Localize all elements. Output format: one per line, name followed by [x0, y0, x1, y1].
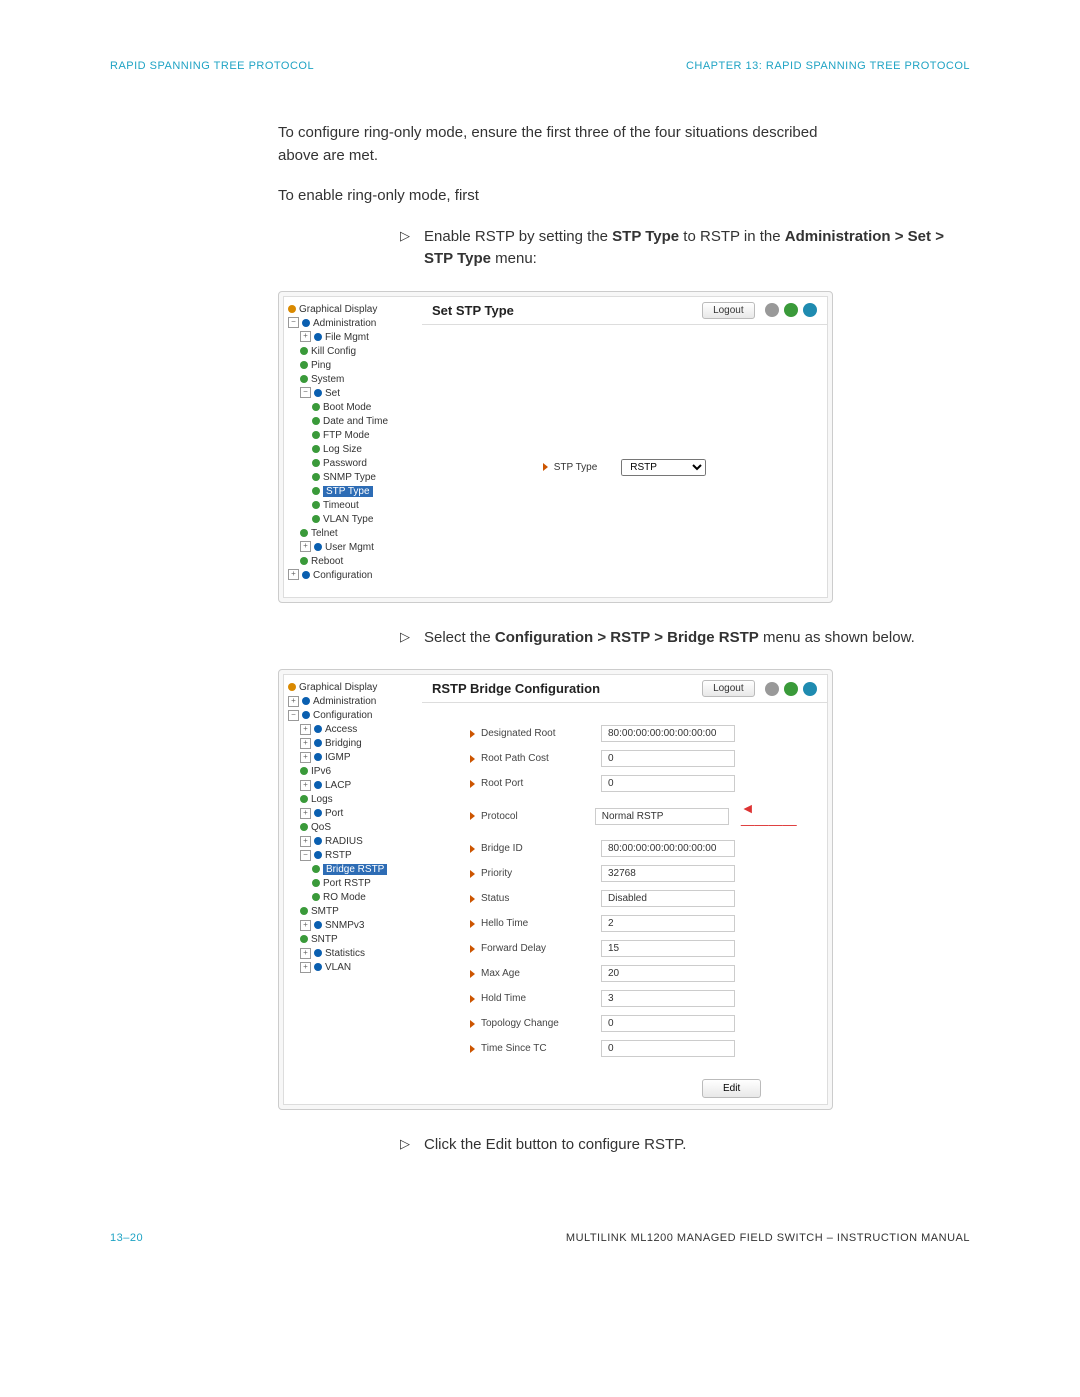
- field-value: 3: [601, 990, 735, 1007]
- step-3: Click the Edit button to configure RSTP.: [400, 1134, 970, 1157]
- field-label: Topology Change: [481, 1018, 601, 1029]
- field-label: Designated Root: [481, 728, 601, 739]
- field-label: Hold Time: [481, 993, 601, 1004]
- field-label: Forward Delay: [481, 943, 601, 954]
- field-label: Priority: [481, 868, 601, 879]
- field-label: Protocol: [481, 811, 595, 822]
- field-label: Time Since TC: [481, 1043, 601, 1054]
- nav-tree[interactable]: Graphical Display +Administration −Confi…: [284, 675, 422, 1104]
- field-value: 32768: [601, 865, 735, 882]
- config-field-row: Root Path Cost0: [470, 746, 807, 771]
- panel-title: RSTP Bridge Configuration: [432, 681, 600, 696]
- footer-title: MULTILINK ML1200 MANAGED FIELD SWITCH – …: [566, 1232, 970, 1244]
- field-value: 15: [601, 940, 735, 957]
- field-marker-icon: [470, 970, 475, 978]
- field-label: Hello Time: [481, 918, 601, 929]
- field-marker-icon: [543, 463, 548, 471]
- config-field-row: StatusDisabled: [470, 886, 807, 911]
- field-marker-icon: [470, 870, 475, 878]
- step-1: Enable RSTP by setting the STP Type to R…: [400, 226, 970, 271]
- help-icon[interactable]: [803, 303, 817, 317]
- header-icons[interactable]: [763, 305, 817, 316]
- field-value: 80:00:00:00:00:00:00:00: [601, 840, 735, 857]
- config-field-row: Designated Root80:00:00:00:00:00:00:00: [470, 721, 807, 746]
- help-icon[interactable]: [803, 682, 817, 696]
- header-left: RAPID SPANNING TREE PROTOCOL: [110, 60, 314, 72]
- field-value: 20: [601, 965, 735, 982]
- field-value: 2: [601, 915, 735, 932]
- field-marker-icon: [470, 780, 475, 788]
- field-marker-icon: [470, 1045, 475, 1053]
- field-value: 0: [601, 1015, 735, 1032]
- field-value: Disabled: [601, 890, 735, 907]
- config-field-row: Forward Delay15: [470, 936, 807, 961]
- config-field-row: Hello Time2: [470, 911, 807, 936]
- save-icon[interactable]: [765, 303, 779, 317]
- config-field-row: Priority32768: [470, 861, 807, 886]
- page-footer: 13–20 MULTILINK ML1200 MANAGED FIELD SWI…: [110, 1232, 970, 1244]
- field-value: 0: [601, 1040, 735, 1057]
- header-right: CHAPTER 13: RAPID SPANNING TREE PROTOCOL: [686, 60, 970, 72]
- field-label: Root Path Cost: [481, 753, 601, 764]
- config-field-row: Topology Change0: [470, 1011, 807, 1036]
- screenshot-rstp-bridge-config: Graphical Display +Administration −Confi…: [278, 669, 833, 1110]
- config-field-row: Hold Time3: [470, 986, 807, 1011]
- tree-selected-bridge-rstp[interactable]: Bridge RSTP: [323, 864, 387, 875]
- tree-selected-stp-type[interactable]: STP Type: [323, 486, 373, 497]
- refresh-icon[interactable]: [784, 682, 798, 696]
- intro-p1: To configure ring-only mode, ensure the …: [278, 122, 848, 167]
- field-marker-icon: [470, 945, 475, 953]
- field-label: Max Age: [481, 968, 601, 979]
- intro-p2: To enable ring-only mode, first: [278, 185, 848, 208]
- edit-button[interactable]: Edit: [702, 1079, 761, 1098]
- field-marker-icon: [470, 1020, 475, 1028]
- field-value: Normal RSTP: [595, 808, 729, 825]
- intro-text: To configure ring-only mode, ensure the …: [278, 122, 848, 208]
- page-header: RAPID SPANNING TREE PROTOCOL CHAPTER 13:…: [110, 60, 970, 72]
- field-label: Status: [481, 893, 601, 904]
- logout-button[interactable]: Logout: [702, 680, 755, 697]
- logout-button[interactable]: Logout: [702, 302, 755, 319]
- config-field-row: ProtocolNormal RSTP ◄————: [470, 796, 807, 836]
- field-marker-icon: [470, 845, 475, 853]
- stp-type-select[interactable]: RSTP: [621, 459, 706, 476]
- stp-type-label: STP Type: [554, 462, 598, 473]
- field-label: Root Port: [481, 778, 601, 789]
- field-value: 80:00:00:00:00:00:00:00: [601, 725, 735, 742]
- refresh-icon[interactable]: [784, 303, 798, 317]
- nav-tree[interactable]: Graphical Display −Administration +File …: [284, 297, 422, 597]
- screenshot-set-stp-type: Graphical Display −Administration +File …: [278, 291, 833, 603]
- config-field-row: Bridge ID80:00:00:00:00:00:00:00: [470, 836, 807, 861]
- panel-title: Set STP Type: [432, 303, 514, 318]
- step-2: Select the Configuration > RSTP > Bridge…: [400, 627, 970, 650]
- config-field-row: Time Since TC0: [470, 1036, 807, 1061]
- field-marker-icon: [470, 995, 475, 1003]
- field-marker-icon: [470, 812, 475, 820]
- arrow-annotation: ◄————: [741, 800, 807, 832]
- header-icons[interactable]: [763, 683, 817, 694]
- config-field-row: Max Age20: [470, 961, 807, 986]
- field-marker-icon: [470, 920, 475, 928]
- save-icon[interactable]: [765, 682, 779, 696]
- field-marker-icon: [470, 730, 475, 738]
- field-value: 0: [601, 775, 735, 792]
- config-field-row: Root Port0: [470, 771, 807, 796]
- field-marker-icon: [470, 755, 475, 763]
- page-number: 13–20: [110, 1232, 143, 1244]
- field-value: 0: [601, 750, 735, 767]
- field-label: Bridge ID: [481, 843, 601, 854]
- field-marker-icon: [470, 895, 475, 903]
